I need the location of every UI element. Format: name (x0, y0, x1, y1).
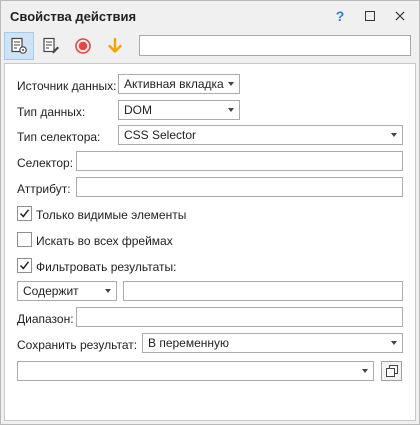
filter-mode-select[interactable]: Содержит (17, 281, 117, 301)
save-result-label: Сохранить результат: (17, 338, 138, 352)
filter-value-input[interactable] (123, 281, 403, 301)
all-frames-label: Искать во всех фреймах (36, 234, 173, 248)
data-source-label: Источник данных: (17, 79, 117, 93)
window-title: Свойства действия (10, 9, 137, 24)
checkmark-icon (19, 209, 30, 218)
maximize-button[interactable] (358, 5, 382, 27)
record-tool-button[interactable] (68, 32, 98, 60)
edit-tool-button[interactable] (36, 32, 66, 60)
range-label: Диапазон: (17, 312, 74, 326)
selector-type-value: CSS Selector (124, 128, 197, 142)
attribute-label: Аттрибут: (17, 182, 71, 196)
attribute-input[interactable] (76, 177, 403, 197)
arrow-down-icon (108, 37, 122, 53)
help-icon: ? (335, 8, 345, 24)
only-visible-checkbox[interactable] (17, 206, 32, 221)
chevron-down-icon (391, 341, 397, 345)
selector-input[interactable] (76, 151, 403, 171)
move-down-tool-button[interactable] (100, 32, 130, 60)
edit-doc-icon (43, 37, 59, 54)
selector-type-select[interactable]: CSS Selector (118, 125, 403, 145)
selector-type-label: Тип селектора: (17, 130, 101, 144)
data-source-value: Активная вкладка (124, 77, 224, 91)
close-icon (395, 11, 405, 21)
only-visible-label: Только видимые элементы (36, 208, 187, 222)
copy-icon (385, 365, 398, 377)
properties-panel: Источник данных: Активная вкладка Тип да… (4, 63, 416, 421)
toolbar-search-input[interactable] (139, 35, 411, 56)
range-input[interactable] (76, 307, 403, 327)
data-type-select[interactable]: DOM (118, 100, 240, 120)
variable-select[interactable] (17, 361, 374, 381)
filter-mode-value: Содержит (23, 284, 79, 298)
selector-label: Селектор: (17, 156, 74, 170)
title-bar: Свойства действия ? (1, 1, 419, 31)
filter-results-checkbox[interactable] (17, 258, 32, 273)
help-button[interactable]: ? (328, 5, 352, 27)
maximize-icon (365, 11, 375, 21)
all-frames-checkbox[interactable] (17, 232, 32, 247)
settings-doc-icon (11, 37, 27, 54)
copy-variable-button[interactable] (381, 361, 402, 381)
action-properties-window: Свойства действия ? Источник данных: Акт… (0, 0, 420, 425)
close-button[interactable] (388, 5, 412, 27)
settings-tool-button[interactable] (4, 32, 34, 60)
checkmark-icon (19, 261, 30, 270)
chevron-down-icon (228, 82, 234, 86)
chevron-down-icon (362, 369, 368, 373)
save-result-select[interactable]: В переменную (142, 333, 403, 353)
data-type-label: Тип данных: (17, 105, 86, 119)
chevron-down-icon (391, 133, 397, 137)
toolbar (2, 31, 418, 61)
chevron-down-icon (105, 289, 111, 293)
data-source-select[interactable]: Активная вкладка (118, 74, 240, 94)
data-type-value: DOM (124, 103, 152, 117)
filter-results-label: Фильтровать результаты: (36, 260, 177, 274)
chevron-down-icon (228, 108, 234, 112)
record-icon (75, 38, 91, 54)
save-result-value: В переменную (148, 336, 230, 350)
